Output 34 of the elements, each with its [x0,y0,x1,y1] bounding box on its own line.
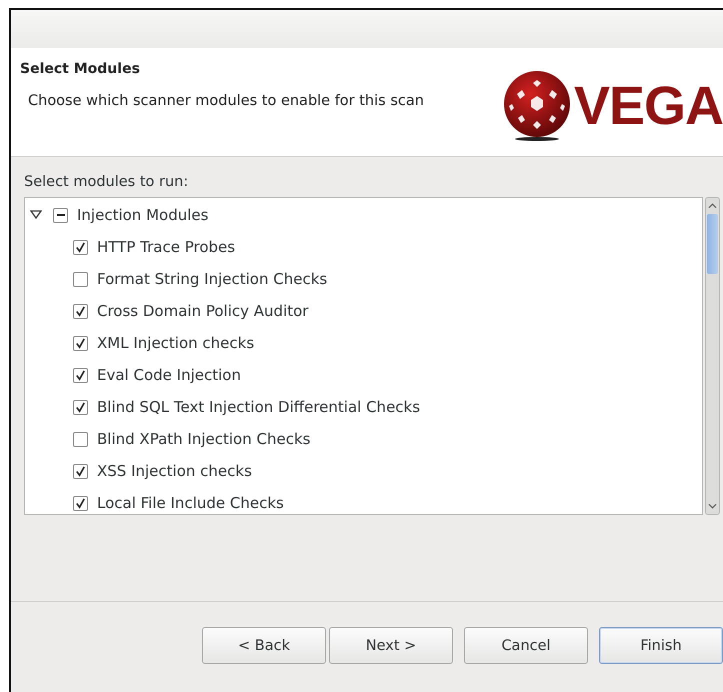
tree-item-label[interactable]: Blind SQL Text Injection Differential Checks [97,398,420,416]
checkbox[interactable] [73,368,88,382]
tree-item-label[interactable]: XML Injection checks [97,334,254,352]
tree-item-label[interactable]: Format String Injection Checks [97,270,328,288]
wizard-button[interactable]: Next > [329,627,453,664]
page-title: Select Modules [20,61,141,77]
tree-item-label[interactable]: Cross Domain Policy Auditor [97,302,308,320]
tree-item-label[interactable]: Eval Code Injection [97,366,241,384]
page-description: Choose which scanner modules to enable for this scan [27,93,424,109]
checkbox[interactable] [73,432,88,446]
checkbox[interactable] [73,304,88,318]
modules-label: Select modules to run: [24,174,190,190]
checkbox[interactable] [53,208,68,222]
checkbox[interactable] [73,240,88,254]
checkbox[interactable] [73,400,88,414]
wizard-button[interactable]: Cancel [464,627,588,664]
scroll-thumb[interactable] [707,214,718,274]
sphere-logo-icon [502,70,572,142]
scrollbar[interactable] [705,197,720,515]
checkbox[interactable] [73,464,88,478]
tree-item-label[interactable]: XSS Injection checks [97,462,252,480]
scroll-up-icon[interactable] [708,203,717,209]
checkbox[interactable] [73,272,88,286]
checkbox[interactable] [73,496,88,510]
tree-item-label[interactable]: Blind XPath Injection Checks [97,430,310,448]
tree-item-label[interactable]: HTTP Trace Probes [97,238,236,256]
expander-icon[interactable] [30,210,42,220]
tree-item-label[interactable]: Injection Modules [77,206,208,224]
tree-item-label[interactable]: Local File Include Checks [97,494,284,512]
logo-wordmark: VEGA [574,79,723,133]
wizard-button[interactable]: Finish [599,627,723,664]
scroll-down-icon[interactable] [708,503,717,509]
wizard-button[interactable]: < Back [202,627,326,664]
checkbox[interactable] [73,336,88,350]
